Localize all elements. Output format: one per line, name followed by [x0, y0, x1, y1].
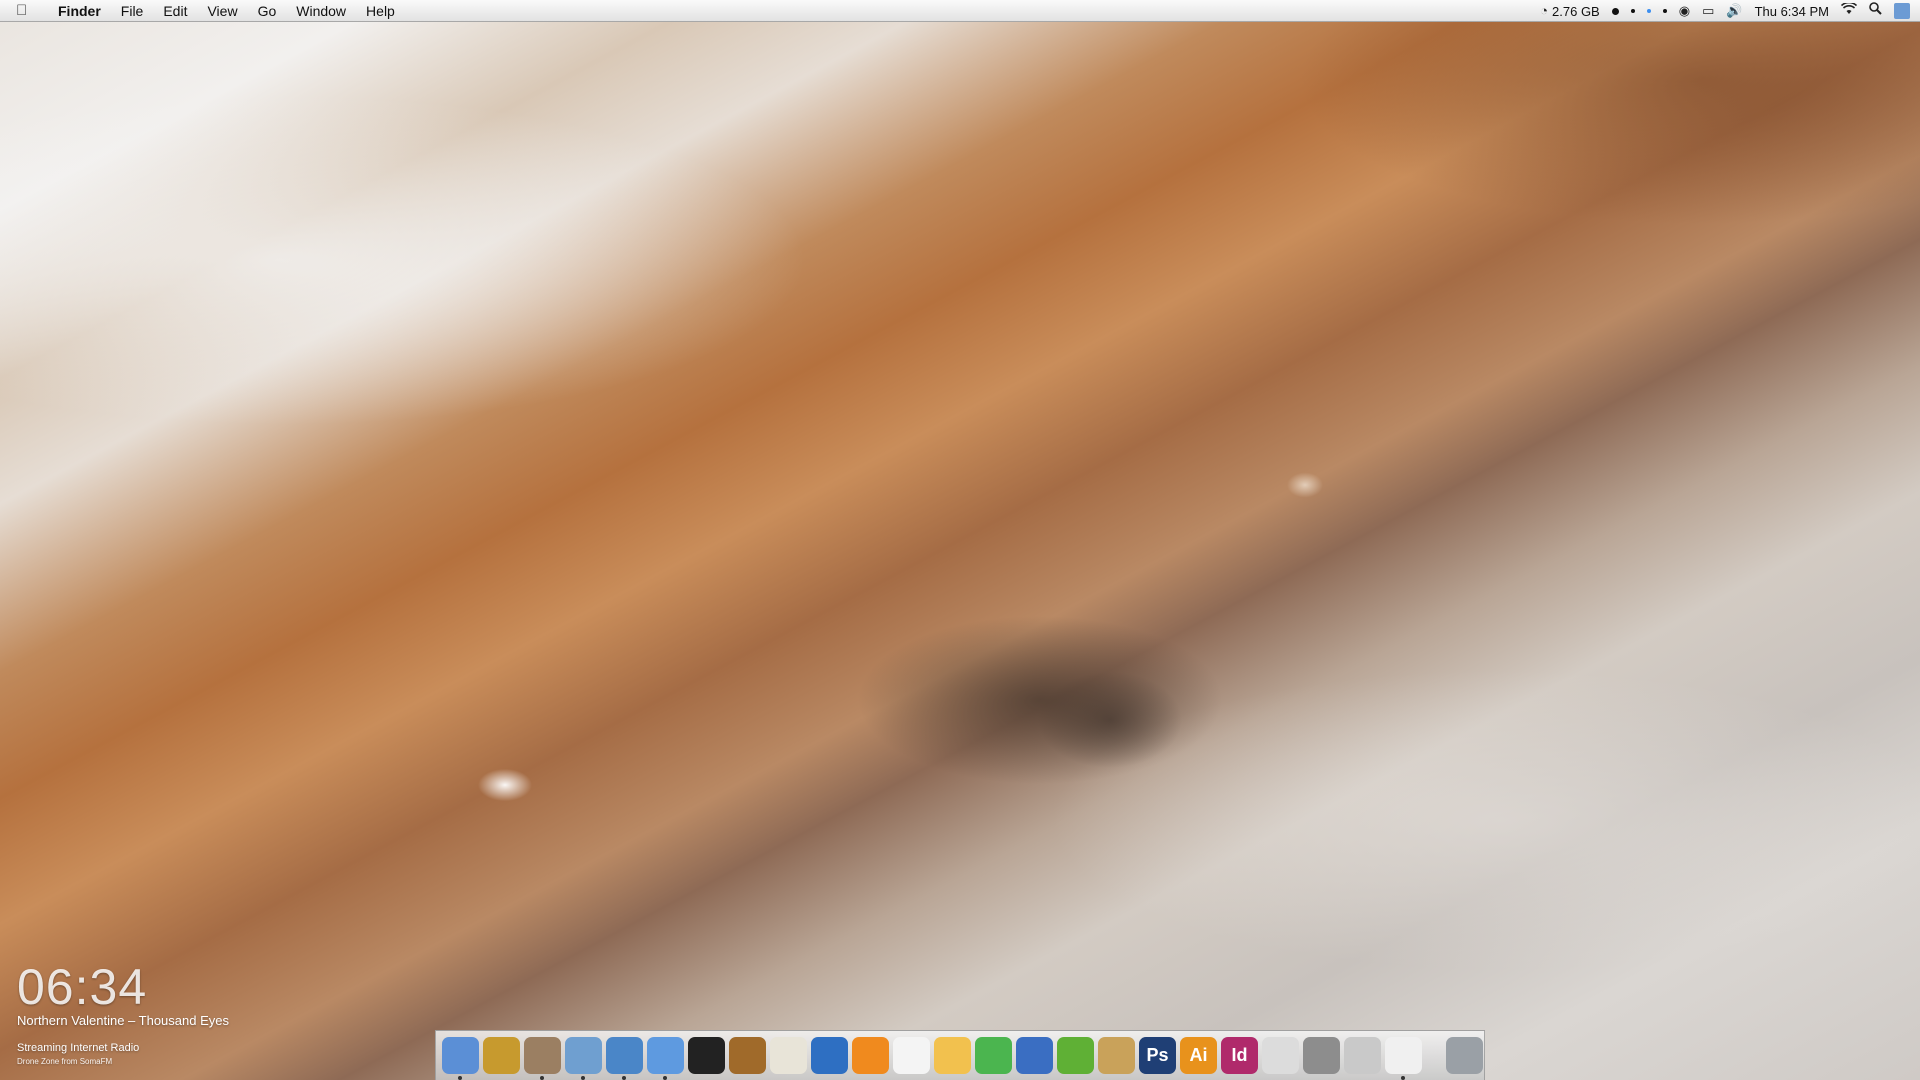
- wifi-icon[interactable]: [1840, 0, 1858, 22]
- dock-item-label: Id: [1231, 1045, 1248, 1065]
- preview-icon[interactable]: [565, 1037, 602, 1080]
- feather-icon[interactable]: [811, 1037, 848, 1074]
- memory-icon[interactable]: ◔: [1540, 0, 1548, 22]
- user-icon[interactable]: [1894, 3, 1910, 19]
- textedit-icon[interactable]: [893, 1037, 930, 1074]
- widget-station: Streaming Internet Radio: [17, 1042, 140, 1054]
- calculator-icon[interactable]: [1344, 1037, 1381, 1074]
- running-indicator: [1401, 1076, 1405, 1080]
- desktop-wallpaper: [0, 0, 1920, 1080]
- numbers-icon[interactable]: [975, 1037, 1012, 1074]
- volume-icon[interactable]: 🔊: [1726, 0, 1742, 22]
- photoshop-icon[interactable]: Ps: [1139, 1037, 1176, 1074]
- airplay-icon[interactable]: ▭: [1702, 0, 1714, 22]
- disk-utility-icon[interactable]: [1303, 1037, 1340, 1074]
- menu-edit[interactable]: Edit: [153, 0, 197, 22]
- illustrator-icon[interactable]: Ai: [1180, 1037, 1217, 1074]
- indesign-icon[interactable]: Id: [1221, 1037, 1258, 1074]
- system-info-icon[interactable]: [1262, 1037, 1299, 1074]
- vlc-icon[interactable]: [852, 1037, 889, 1074]
- clock-icon[interactable]: [1385, 1037, 1422, 1080]
- menu-go[interactable]: Go: [248, 0, 287, 22]
- itunes-icon[interactable]: [647, 1037, 684, 1080]
- word-icon[interactable]: [1016, 1037, 1053, 1074]
- running-indicator: [458, 1076, 462, 1080]
- status-area: ◔ 2.76 GB ◉ ▭ 🔊 Thu 6:34 PM: [1540, 0, 1910, 22]
- grapher-icon[interactable]: [1057, 1037, 1094, 1074]
- now-playing-widget: 06:34 Northern Valentine – Thousand Eyes…: [17, 962, 229, 1066]
- running-indicator: [581, 1076, 585, 1080]
- finder-icon[interactable]: [442, 1037, 479, 1080]
- apple-menu-icon[interactable]: : [16, 2, 36, 19]
- pages-icon[interactable]: [934, 1037, 971, 1074]
- garageband-icon[interactable]: [729, 1037, 766, 1074]
- app-menu[interactable]: Finder: [48, 0, 111, 22]
- dvd-player-icon[interactable]: [688, 1037, 725, 1074]
- dock: Ps Ai Id: [435, 1030, 1485, 1080]
- running-indicator: [663, 1076, 667, 1080]
- running-indicator: [622, 1076, 626, 1080]
- menu-help[interactable]: Help: [356, 0, 405, 22]
- widget-track-title: Northern Valentine – Thousand Eyes: [17, 1013, 229, 1028]
- safari-icon[interactable]: [606, 1037, 643, 1080]
- menu-bar:  Finder File Edit View Go Window Help ◔…: [0, 0, 1920, 22]
- record-dot-icon[interactable]: [1611, 7, 1619, 15]
- widget-substation: Drone Zone from SomaFM: [17, 1057, 113, 1066]
- spotlight-search-icon[interactable]: [1869, 0, 1882, 22]
- eye-icon[interactable]: ◉: [1679, 0, 1690, 22]
- memory-readout[interactable]: 2.76 GB: [1552, 4, 1600, 19]
- trash-icon[interactable]: [1446, 1037, 1483, 1074]
- mu-icon[interactable]: [770, 1037, 807, 1074]
- dock-item-label: Ai: [1189, 1045, 1208, 1065]
- menu-view[interactable]: View: [197, 0, 247, 22]
- dock-item-label: Ps: [1146, 1045, 1169, 1065]
- jupiter-icon[interactable]: [524, 1037, 561, 1080]
- menu-window[interactable]: Window: [286, 0, 356, 22]
- space-dot-icon[interactable]: [1630, 9, 1635, 13]
- running-indicator: [540, 1076, 544, 1080]
- archive-box-icon[interactable]: [483, 1037, 520, 1074]
- menu-file[interactable]: File: [111, 0, 154, 22]
- widget-clock: 06:34: [17, 959, 148, 1015]
- script-editor-icon[interactable]: [1098, 1037, 1135, 1074]
- space-dot-icon[interactable]: [1662, 9, 1667, 13]
- space-dot-active-icon[interactable]: [1646, 9, 1651, 13]
- clock-readout[interactable]: Thu 6:34 PM: [1755, 4, 1829, 19]
